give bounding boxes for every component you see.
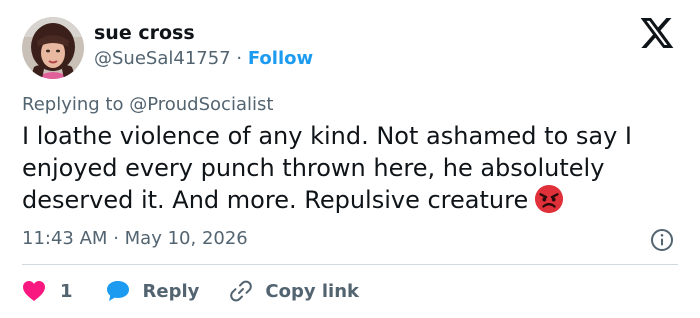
link-icon bbox=[230, 280, 253, 302]
angry-face-emoji bbox=[535, 184, 564, 214]
copy-link-label: Copy link bbox=[265, 280, 359, 302]
avatar[interactable] bbox=[22, 17, 84, 79]
speech-bubble-icon bbox=[106, 281, 129, 301]
tweet-date[interactable]: May 10, 2026 bbox=[125, 228, 248, 249]
info-icon[interactable] bbox=[650, 228, 674, 252]
handle-separator: · bbox=[236, 48, 243, 69]
divider bbox=[22, 264, 678, 265]
follow-button[interactable]: Follow bbox=[248, 48, 313, 69]
tweet-timestamp[interactable]: 11:43 AM · May 10, 2026 bbox=[22, 228, 248, 249]
tweet-time[interactable]: 11:43 AM bbox=[22, 228, 107, 249]
x-logo-icon[interactable] bbox=[640, 18, 674, 48]
action-bar: 1 Reply Copy link bbox=[22, 276, 359, 306]
reply-context-prefix: Replying to bbox=[22, 94, 124, 115]
reply-button[interactable]: Reply bbox=[105, 279, 200, 303]
reply-context-target[interactable]: @ProudSocialist bbox=[129, 94, 273, 115]
reply-context: Replying to @ProudSocialist bbox=[22, 94, 273, 115]
copy-link-button[interactable]: Copy link bbox=[229, 279, 359, 303]
avatar-image bbox=[22, 17, 84, 79]
like-count: 1 bbox=[60, 280, 73, 302]
like-button[interactable]: 1 bbox=[22, 280, 73, 302]
tweet-text: I loathe violence of any kind. Not asham… bbox=[22, 120, 682, 216]
user-handle-row: @SueSal41757 · Follow bbox=[94, 48, 313, 69]
user-display-name[interactable]: sue cross bbox=[94, 22, 195, 44]
user-handle[interactable]: @SueSal41757 bbox=[94, 48, 231, 69]
heart-icon bbox=[23, 281, 45, 301]
reply-label: Reply bbox=[142, 280, 200, 302]
timestamp-separator: · bbox=[113, 228, 119, 249]
